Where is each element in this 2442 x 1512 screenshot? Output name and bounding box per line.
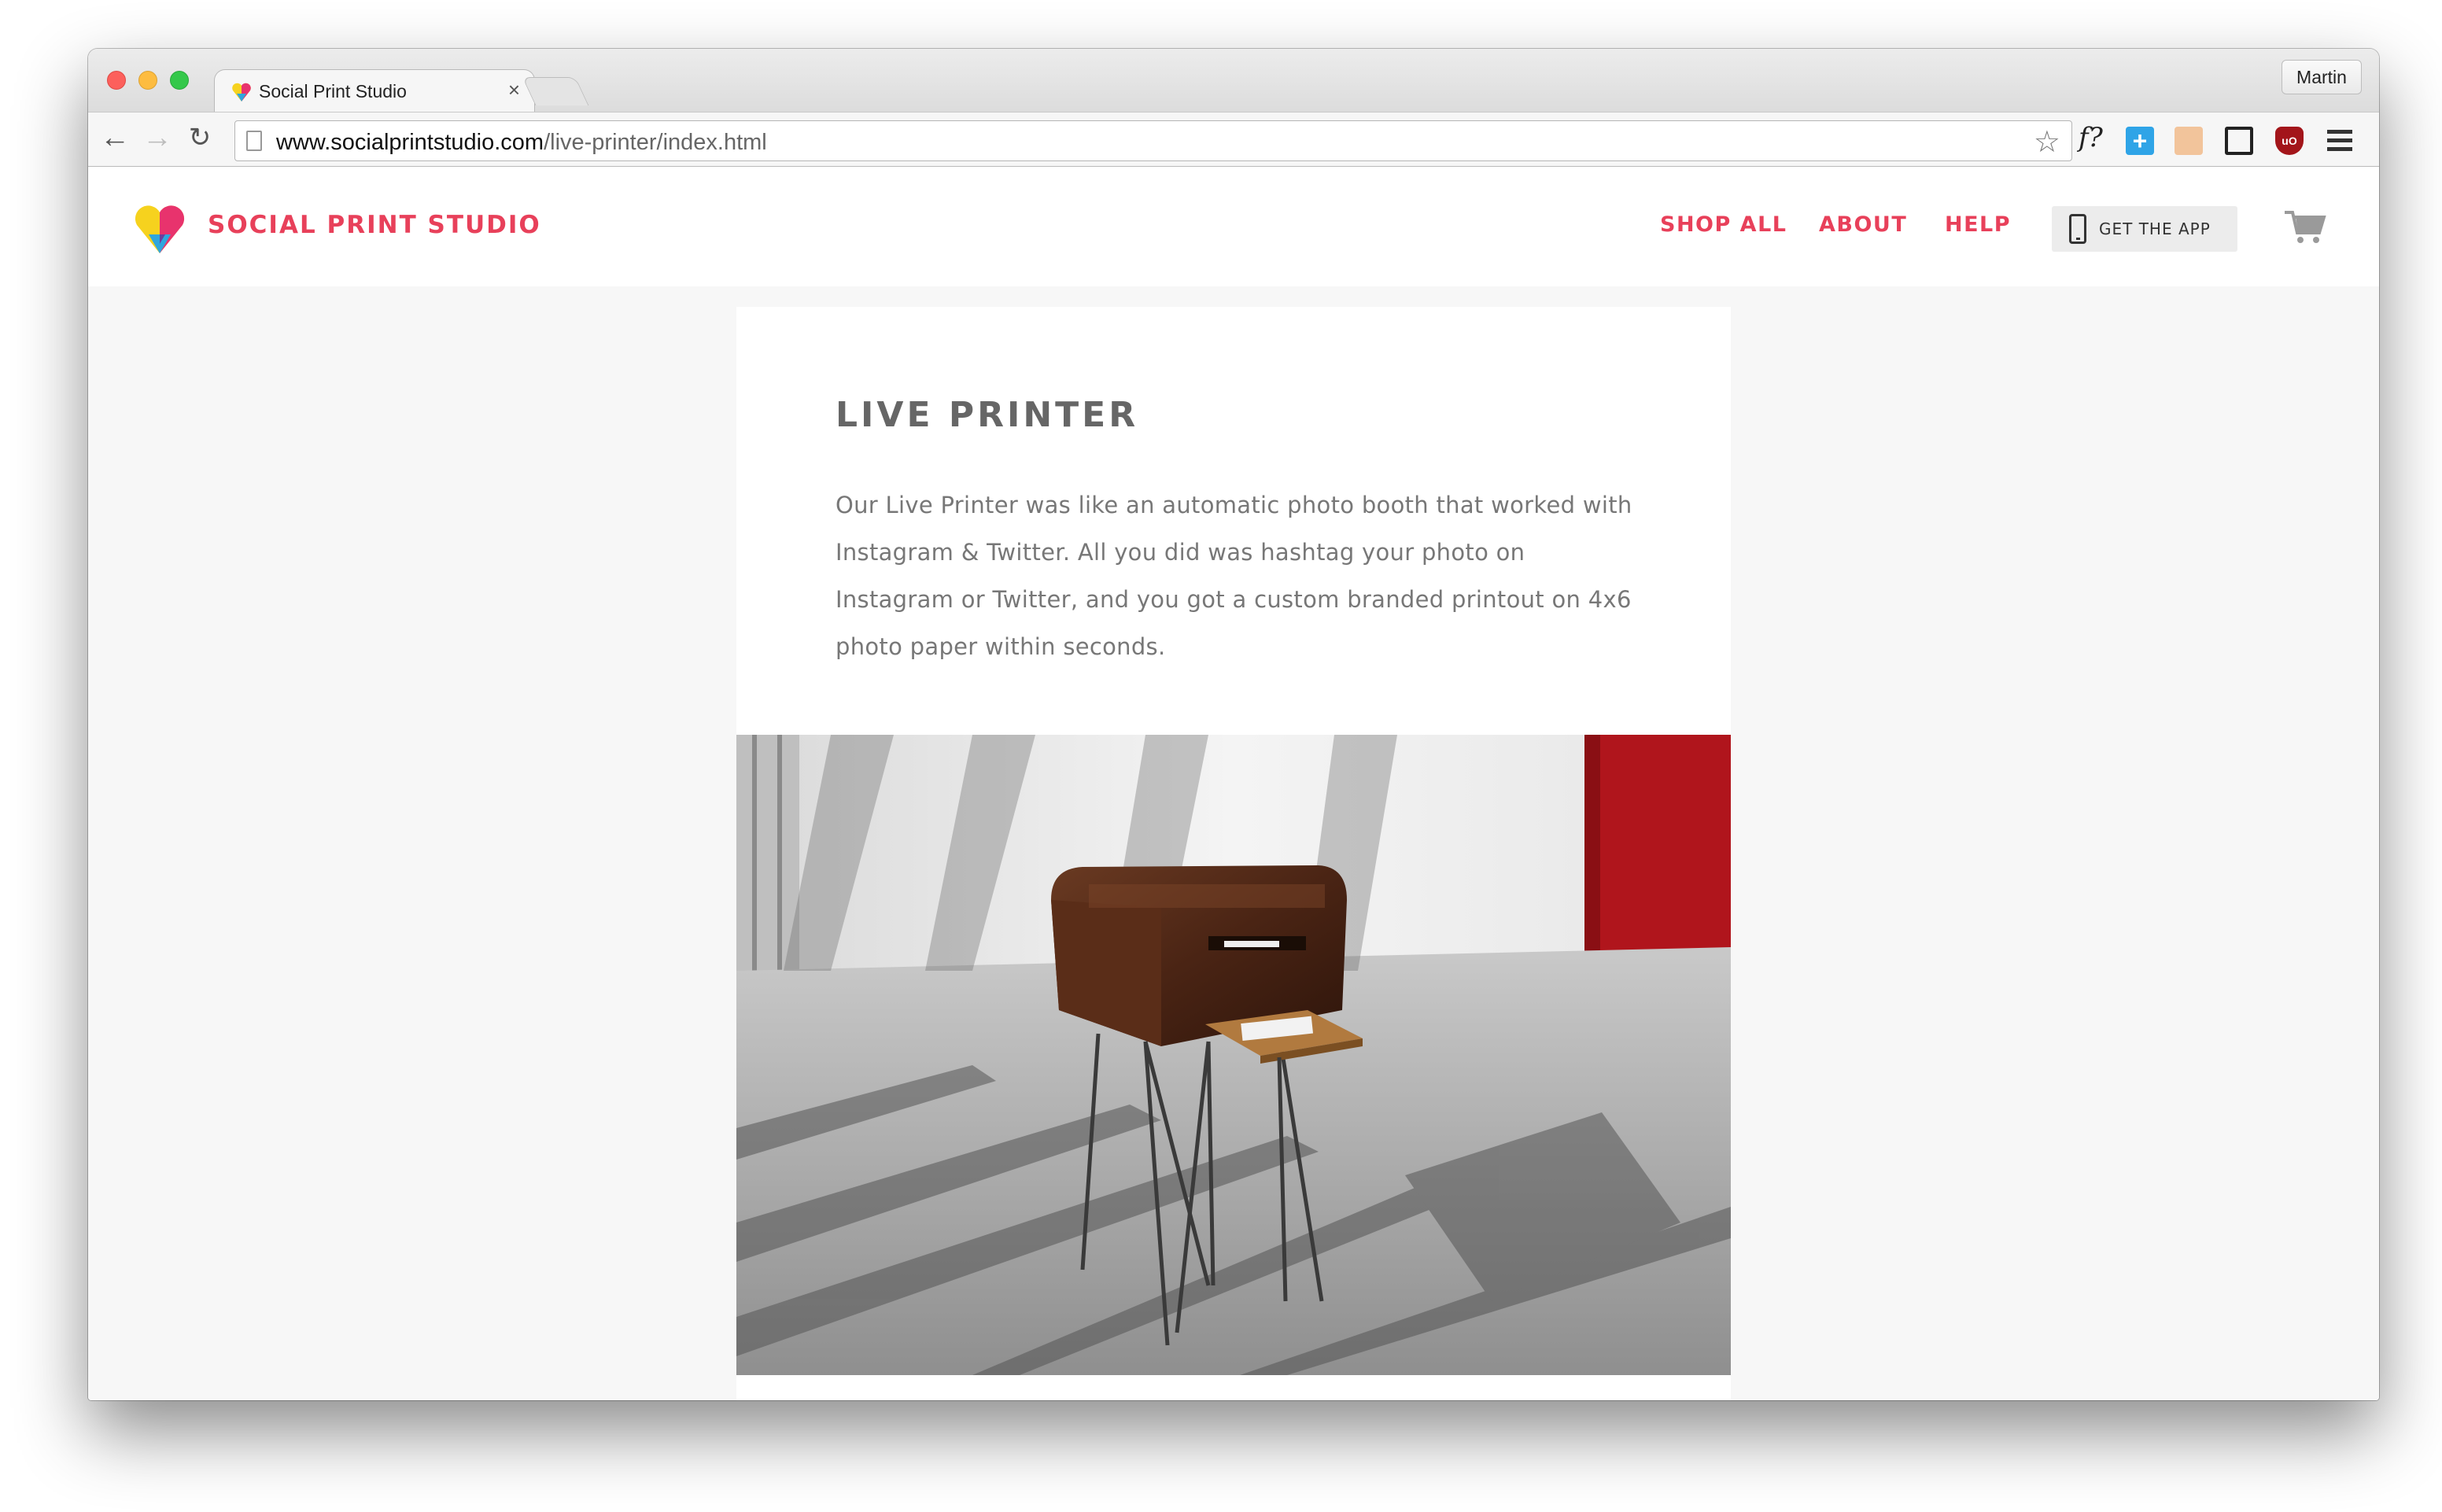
- content-card: LIVE PRINTER Our Live Printer was like a…: [736, 307, 1731, 1400]
- page-icon: [246, 131, 262, 151]
- nav-about[interactable]: ABOUT: [1819, 212, 1907, 237]
- get-app-label: GET THE APP: [2099, 219, 2211, 238]
- favicon-icon: [232, 83, 251, 101]
- forward-arrow-icon[interactable]: →: [142, 122, 173, 153]
- profile-button[interactable]: Martin: [2282, 60, 2362, 94]
- url-host: www.socialprintstudio.com: [276, 130, 544, 155]
- address-bar[interactable]: www.socialprintstudio.com/live-printer/i…: [234, 120, 2072, 161]
- nav-help[interactable]: HELP: [1945, 212, 2011, 237]
- title-bar: Social Print Studio × Martin: [88, 49, 2379, 113]
- nav-shop-all[interactable]: SHOP ALL: [1660, 212, 1787, 237]
- page-title: LIVE PRINTER: [836, 395, 1139, 435]
- brand-name[interactable]: SOCIAL PRINT STUDIO: [208, 211, 541, 239]
- heart-logo-icon[interactable]: [134, 203, 186, 255]
- cart-icon[interactable]: [2283, 208, 2327, 245]
- site-header: SOCIAL PRINT STUDIO SHOP ALL ABOUT HELP …: [88, 167, 2379, 286]
- browser-tab[interactable]: Social Print Studio ×: [214, 69, 535, 113]
- tab-close-icon[interactable]: ×: [508, 78, 520, 102]
- url-text[interactable]: www.socialprintstudio.com/live-printer/i…: [276, 130, 767, 156]
- board-extension-icon[interactable]: [2225, 127, 2253, 155]
- zoom-window-button[interactable]: [170, 71, 189, 90]
- browser-toolbar: ← → ↻ www.socialprintstudio.com/live-pri…: [88, 112, 2379, 167]
- get-the-app-button[interactable]: GET THE APP: [2052, 206, 2237, 252]
- menu-icon[interactable]: [2327, 130, 2352, 152]
- url-path: /live-printer/index.html: [544, 130, 767, 155]
- bookmark-star-icon[interactable]: ☆: [2034, 124, 2060, 160]
- page-description: Our Live Printer was like an automatic p…: [836, 492, 1632, 660]
- phone-icon: [2069, 214, 2086, 244]
- ublock-extension-icon[interactable]: uO: [2275, 127, 2304, 155]
- browser-window: Social Print Studio × Martin ← → ↻ www.s…: [88, 49, 2379, 1400]
- web-page: SOCIAL PRINT STUDIO SHOP ALL ABOUT HELP …: [88, 167, 2379, 1400]
- face-extension-icon[interactable]: [2175, 127, 2203, 155]
- live-printer-photo: [736, 735, 1731, 1375]
- add-extension-icon[interactable]: +: [2126, 127, 2154, 155]
- back-arrow-icon[interactable]: ←: [99, 122, 131, 153]
- minimize-window-button[interactable]: [138, 71, 157, 90]
- reload-icon[interactable]: ↻: [184, 122, 216, 153]
- fonts-extension-icon[interactable]: f?: [2079, 122, 2107, 153]
- close-window-button[interactable]: [107, 71, 126, 90]
- tab-title: Social Print Studio: [259, 81, 407, 101]
